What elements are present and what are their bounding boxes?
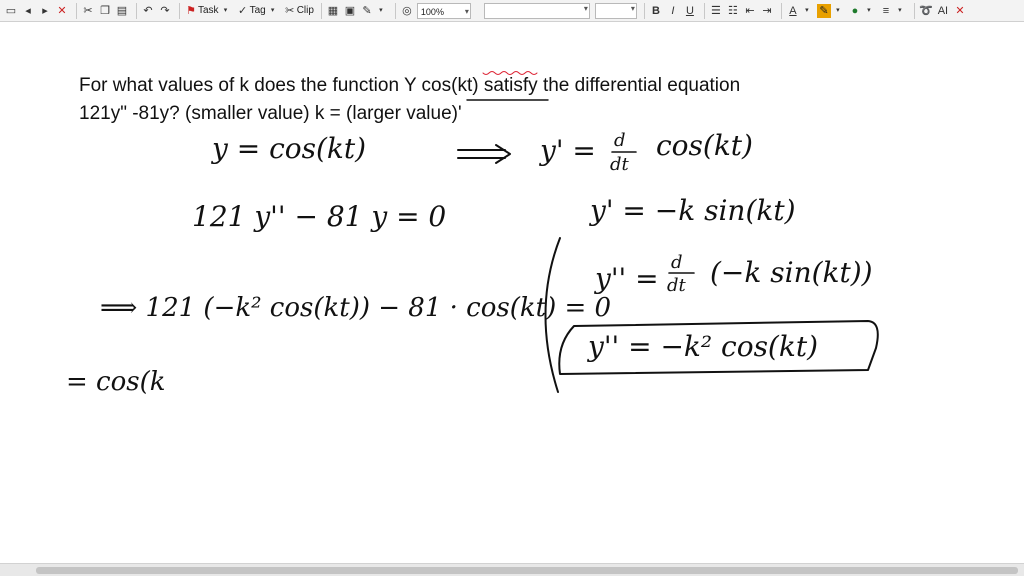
scrollbar-thumb[interactable]	[36, 567, 1018, 574]
ink-line-d: = cos(k	[66, 367, 166, 397]
ink-boxed-result: y'' = −k² cos(kt)	[586, 330, 818, 363]
ink-dt-denominator: dt	[610, 154, 630, 175]
ink-line-a-right-lhs: y' =	[538, 134, 596, 167]
horizontal-scrollbar[interactable]	[0, 563, 1024, 576]
ink-line-a-left: y = cos(kt)	[210, 132, 366, 165]
spellcheck-underline	[482, 71, 538, 75]
ink-line-c-lhs: y'' =	[593, 262, 659, 295]
implies-arrow	[457, 144, 511, 164]
ink-line-c-left: ⟹ 121 (−k² cos(kt)) − 81 · cos(kt) = 0	[100, 293, 611, 323]
ink-d-numerator-2: d	[671, 252, 683, 273]
ink-line-b-right: y' = −k sin(kt)	[588, 194, 796, 227]
ink-neg-k-sin: (−k sin(kt))	[710, 256, 873, 289]
ink-line-b-left: 121 y'' − 81 y = 0	[192, 200, 446, 233]
ink-dt-denominator-2: dt	[667, 275, 687, 296]
ink-cos-kt: cos(kt)	[656, 129, 753, 162]
handwritten-work: y = cos(kt) y' = d dt cos(kt) 121 y'' − …	[66, 71, 879, 397]
ink-d-numerator: d	[614, 130, 626, 151]
